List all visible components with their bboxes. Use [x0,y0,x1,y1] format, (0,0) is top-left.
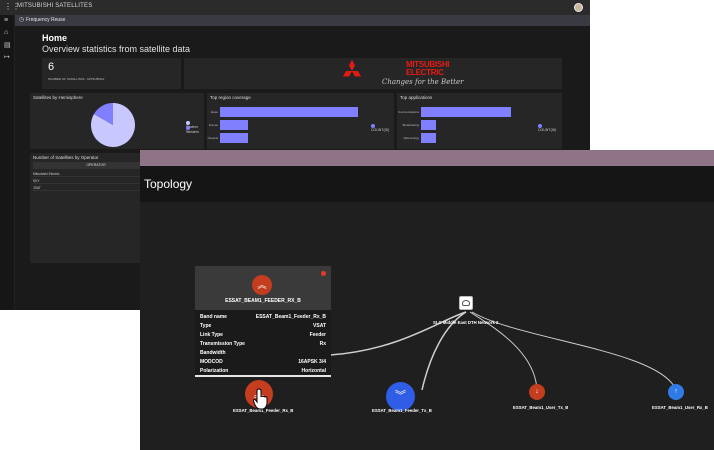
kpi-card: 6 NUMBER OF SATELLITES - MITSUBISHI [42,58,181,89]
tick-label: Oceania [207,136,218,140]
brand-wordmark: MITSUBISHI ELECTRIC [406,61,450,77]
operator-name: JSAT [33,186,41,190]
bar-meteorology[interactable] [421,133,436,143]
page-subtitle: Overview statistics from satellite data [42,44,191,54]
property-key: Band name [200,314,227,320]
double-chevron-up-icon: ︽ [252,275,272,295]
node-label: ESSAT_Beam1_User_Tx_B [513,405,569,410]
double-chevron-down-icon: ︾ [395,390,406,402]
kpi-label: NUMBER OF SATELLITES - MITSUBISHI [48,77,105,81]
hemisphere-chart-tile: Satellites by Hemisphere Eastern Western [30,93,204,149]
property-row: Transmission Type Rx [200,341,326,349]
chart-title: Top applications [400,95,433,100]
bar-communications[interactable] [421,107,511,117]
property-row: Band name ESSAT_Beam1_Feeder_Rx_B [200,314,326,322]
operator-table-tile: Number of Satellites by Operator OPERATO… [30,153,159,263]
bar-broadcasting[interactable] [421,120,436,130]
applications-chart-tile: Top applications Communications Broadcas… [397,93,562,149]
app-title: MITSUBISHI SATELLITES [17,3,93,9]
hemisphere-pie-chart [91,103,135,147]
property-value: ESSAT_Beam1_Feeder_Rx_B [255,314,326,320]
tick-label: Meteorology [403,136,419,140]
mitsubishi-logo-icon [343,60,361,77]
node-label: ESSAT_Beam1_User_Rx_B [652,405,708,410]
property-key: Bandwidth [200,350,226,356]
node-user-rx[interactable]: ↑ [668,384,684,400]
legend-label: Western [186,130,199,135]
property-key: MODCOD [200,359,223,365]
node-user-tx[interactable]: ↓ [529,384,545,400]
region-chart-tile: Top region coverage Japan Europe Oceania… [207,93,394,149]
legend-label: COUNT(ID) [538,128,557,133]
bar-europe[interactable] [220,120,248,130]
arrow-up-icon: ↑ [674,388,678,395]
operator-name: Mitsubishi Electric [33,172,60,176]
nav-rail: ≡ ⌂ ▤ ↦ [0,15,15,310]
arrow-down-icon: ↓ [535,388,539,395]
alert-indicator [321,271,326,276]
home-icon[interactable]: ⌂ [4,29,8,36]
property-key: Polarization [200,368,229,374]
satellite-dish-icon [462,300,470,306]
property-value: Rx [319,341,326,347]
legend-item-western: Western [186,126,204,134]
property-value: VSAT [313,323,326,329]
bar-japan[interactable] [220,107,358,117]
legend-item-count: COUNT(ID) [371,124,394,132]
property-value: Horizontal [301,368,326,374]
property-row: MODCOD 16APSK 3/4 [200,359,326,367]
property-key: Type [200,323,212,329]
property-key: Link Type [200,332,223,338]
share-icon[interactable]: ↦ [4,53,10,61]
bar-oceania[interactable] [220,133,248,143]
legend-label: COUNT(ID) [371,128,390,133]
property-row: Link Type Feeder [200,332,326,340]
node-feeder-tx[interactable]: ︾ [386,382,415,411]
brand-tile: MITSUBISHI ELECTRIC Changes for the Bett… [184,58,562,89]
hand-pointer-icon [253,388,268,410]
operator-name: SKY [33,179,40,183]
topology-window: Topology ︽ ESSAT_BEAM1_FEEDER_RX_B Band … [140,150,714,450]
tab-frequency-reuse[interactable]: Frequency Reuse [26,17,65,23]
tick-label: Europe [208,123,218,127]
property-value: 16APSK 3/4 [298,359,326,365]
chart-title: Satellites by Hemisphere [33,95,83,100]
title-bar: ⋮⋮ MITSUBISHI SATELLITES [0,0,590,15]
tick-label: Japan [210,110,218,114]
node-details-card[interactable]: ︽ ESSAT_BEAM1_FEEDER_RX_B Band name ESSAT… [195,266,331,377]
property-row: Bandwidth [200,350,326,358]
report-icon[interactable]: ▤ [4,41,11,49]
hub-label: SLC Middle East DTH Network 2 [433,320,499,325]
card-title: ESSAT_BEAM1_FEEDER_RX_B [225,298,301,304]
property-key: Transmission Type [200,341,245,347]
chart-title: Top region coverage [210,95,251,100]
page-title: Home [42,33,68,43]
tick-label: Broadcasting [402,123,419,127]
legend-item-count: COUNT(ID) [538,124,562,132]
network-hub[interactable] [459,296,473,310]
menu-icon[interactable]: ≡ [4,17,8,24]
property-row: Type VSAT [200,323,326,331]
table-title: Number of Satellites by Operator [33,155,99,160]
avatar[interactable] [574,3,583,12]
tick-label: Communications [398,110,419,114]
brand-tagline: Changes for the Better [382,78,464,86]
tab-bar: ◷ Frequency Reuse [15,15,590,26]
kpi-value: 6 [48,61,55,73]
brand-line2: ELECTRIC [406,68,444,77]
tab-icon: ◷ [19,17,25,23]
card-underline [195,375,331,377]
property-value: Feeder [309,332,326,338]
node-label: ESSAT_Beam1_Feeder_Tx_B [372,408,432,413]
